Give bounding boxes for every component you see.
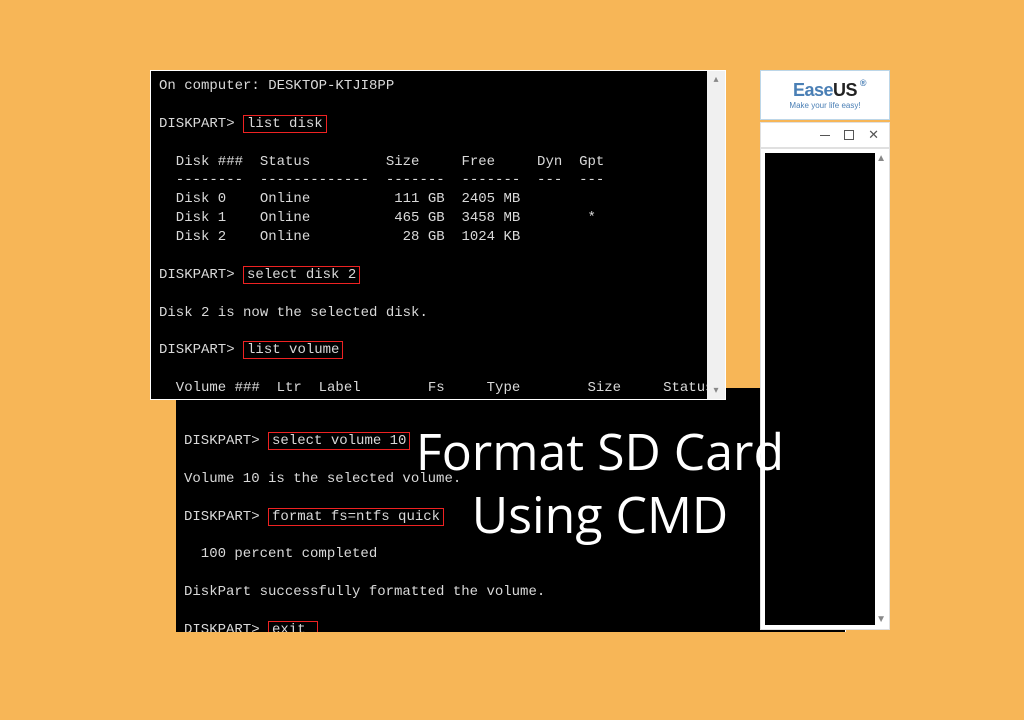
title-line-2: Using CMD <box>260 483 940 546</box>
diskpart-prompt: DISKPART> <box>184 622 260 632</box>
easeus-logo: EaseUS® Make your life easy! <box>760 70 890 120</box>
table-row: Disk 0 Online 111 GB 2405 MB <box>159 191 520 207</box>
background-console <box>765 153 875 625</box>
logo-suffix: US <box>833 80 857 100</box>
output-line: Disk 2 is now the selected disk. <box>159 305 428 321</box>
scroll-up-icon[interactable]: ▲ <box>876 153 886 164</box>
background-window: ▲ ▼ <box>760 148 890 630</box>
table-separator: -------- ------------- ------- ------- -… <box>159 172 604 188</box>
table-header: Disk ### Status Size Free Dyn Gpt <box>159 154 604 170</box>
scroll-up-icon[interactable]: ▴ <box>713 74 718 85</box>
output-line: 100 percent completed <box>184 546 377 562</box>
terminal-output-upper: On computer: DESKTOP-KTJI8PP DISKPART> l… <box>159 77 717 400</box>
logo-reg: ® <box>860 79 866 88</box>
title-overlay: Format SD Card Using CMD <box>260 420 940 545</box>
maximize-button[interactable] <box>844 130 854 140</box>
table-row: Disk 2 Online 28 GB 1024 KB <box>159 229 520 245</box>
close-button[interactable]: ✕ <box>868 127 879 143</box>
logo-prefix: Ease <box>793 80 833 100</box>
table-header: Volume ### Ltr Label Fs Type Size Status <box>159 380 714 396</box>
table-row: Disk 1 Online 465 GB 3458 MB * <box>159 210 596 226</box>
logo-tagline: Make your life easy! <box>789 101 860 110</box>
title-line-1: Format SD Card <box>260 420 940 483</box>
logo-brand: EaseUS® <box>793 81 857 99</box>
diskpart-prompt: DISKPART> <box>159 267 235 283</box>
command-highlight: list disk <box>243 115 327 133</box>
cmd-window-upper[interactable]: On computer: DESKTOP-KTJI8PP DISKPART> l… <box>150 70 726 400</box>
diskpart-prompt: DISKPART> <box>159 342 235 358</box>
command-highlight: select disk 2 <box>243 266 360 284</box>
diskpart-prompt: DISKPART> <box>159 116 235 132</box>
minimize-button[interactable] <box>820 135 830 136</box>
command-highlight: exit_ <box>268 621 318 632</box>
scroll-down-icon[interactable]: ▾ <box>713 385 718 396</box>
command-highlight: list volume <box>243 341 343 359</box>
scrollbar[interactable]: ▴ ▾ <box>707 71 725 399</box>
output-line: DiskPart successfully formatted the volu… <box>184 584 545 600</box>
scroll-down-icon[interactable]: ▼ <box>876 614 886 625</box>
output-line: On computer: DESKTOP-KTJI8PP <box>159 78 394 94</box>
diskpart-prompt: DISKPART> <box>184 433 260 449</box>
table-header: Info <box>159 399 235 400</box>
diskpart-prompt: DISKPART> <box>184 509 260 525</box>
window-titlebar-controls: ✕ <box>760 122 890 148</box>
